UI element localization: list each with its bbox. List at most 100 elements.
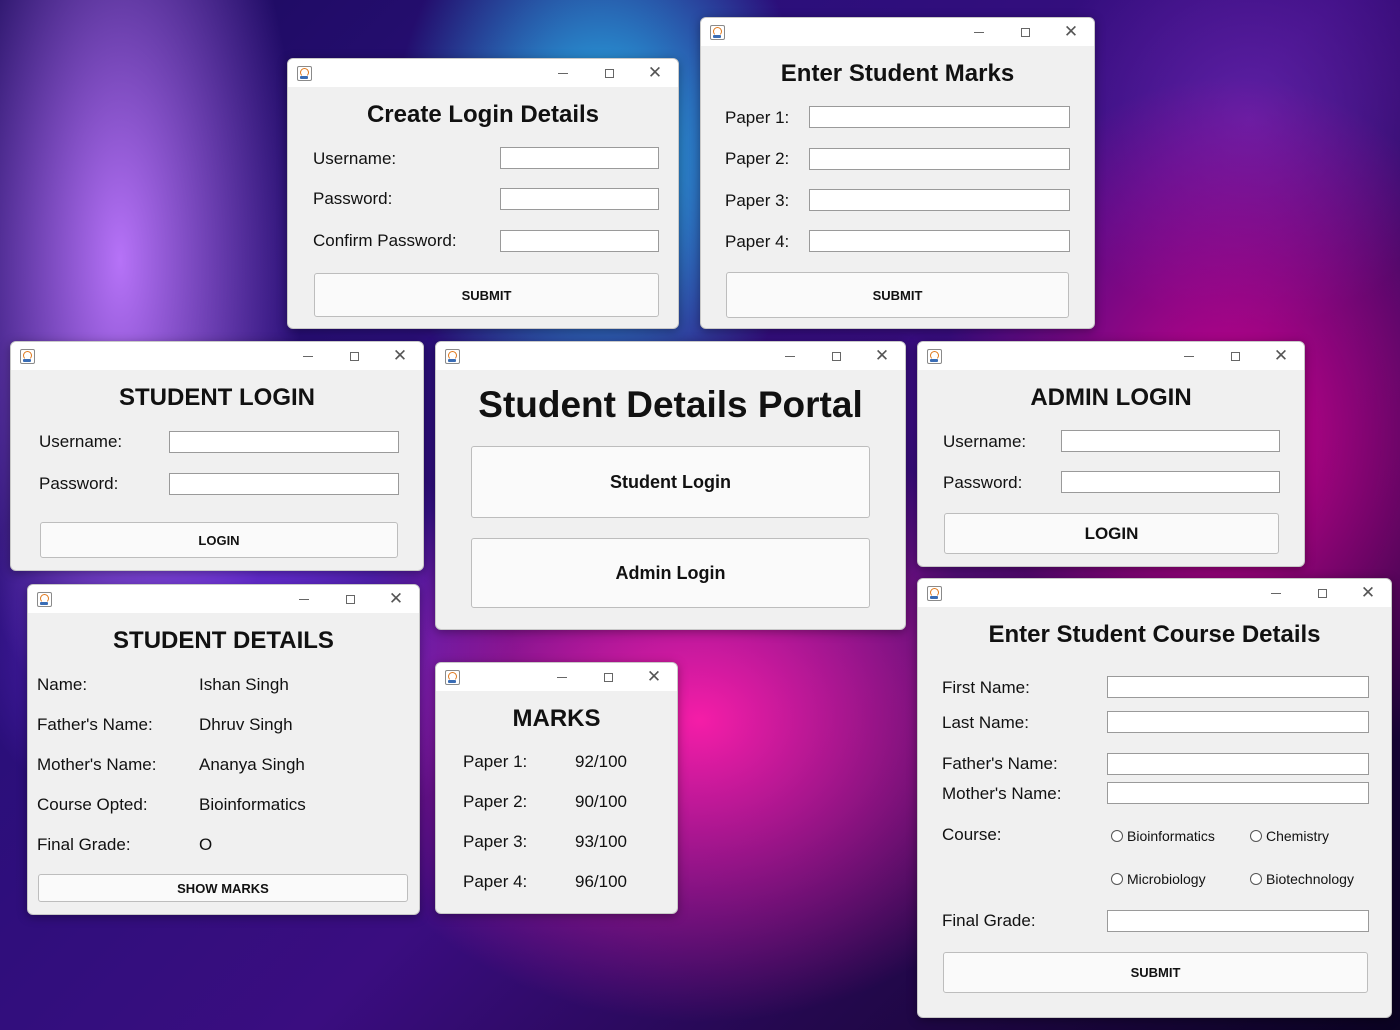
father-name-label: Father's Name: <box>942 754 1058 773</box>
window-heading: Enter Student Course Details <box>988 621 1321 648</box>
radio-label: Bioinformatics <box>1127 828 1215 844</box>
title-bar[interactable]: ✕ <box>918 342 1304 370</box>
paper2-field[interactable] <box>809 148 1070 170</box>
window-heading: MARKS <box>512 705 601 732</box>
paper1-label: Paper 1: <box>725 108 790 127</box>
course-value: Bioinformatics <box>199 795 306 814</box>
radio-circle-icon <box>1250 873 1262 885</box>
paper4-label: Paper 4: <box>463 872 528 891</box>
mother-name-label: Mother's Name: <box>37 755 157 774</box>
password-field[interactable] <box>1061 471 1280 493</box>
final-grade-label: Final Grade: <box>37 835 131 854</box>
minimize-icon[interactable] <box>540 59 586 87</box>
password-label: Password: <box>313 189 393 208</box>
username-label: Username: <box>313 149 397 168</box>
last-name-field[interactable] <box>1107 711 1369 733</box>
maximize-icon[interactable] <box>327 585 373 613</box>
submit-button[interactable]: SUBMIT <box>943 952 1368 993</box>
username-field[interactable] <box>1061 430 1280 452</box>
radio-bioinformatics[interactable]: Bioinformatics <box>1111 828 1215 844</box>
minimize-icon[interactable] <box>1166 342 1212 370</box>
minimize-icon[interactable] <box>956 18 1002 46</box>
student-login-window: ✕ STUDENT LOGIN Username: Password: LOGI… <box>10 341 424 571</box>
marks-window: ✕ MARKS Paper 1: 92/100 Paper 2: 90/100 … <box>435 662 678 914</box>
father-name-field[interactable] <box>1107 753 1369 775</box>
java-app-icon <box>445 349 460 364</box>
final-grade-value: O <box>199 835 213 854</box>
radio-label: Microbiology <box>1127 871 1206 887</box>
show-marks-button[interactable]: SHOW MARKS <box>38 874 408 902</box>
close-icon[interactable]: ✕ <box>377 342 423 370</box>
mother-name-field[interactable] <box>1107 782 1369 804</box>
password-field[interactable] <box>169 473 399 495</box>
maximize-icon[interactable] <box>331 342 377 370</box>
window-heading: STUDENT LOGIN <box>119 384 315 411</box>
title-bar[interactable]: ✕ <box>28 585 419 613</box>
java-app-icon <box>20 349 35 364</box>
title-bar[interactable]: ✕ <box>701 18 1094 46</box>
admin-login-button[interactable]: Admin Login <box>471 538 870 608</box>
radio-circle-icon <box>1111 830 1123 842</box>
minimize-icon[interactable] <box>281 585 327 613</box>
maximize-icon[interactable] <box>1002 18 1048 46</box>
window-heading: Enter Student Marks <box>780 60 1015 87</box>
username-label: Username: <box>943 432 1027 451</box>
first-name-field[interactable] <box>1107 676 1369 698</box>
submit-button[interactable]: SUBMIT <box>726 272 1069 318</box>
radio-chemistry[interactable]: Chemistry <box>1250 828 1329 844</box>
maximize-icon[interactable] <box>586 59 632 87</box>
course-details-window: ✕ Enter Student Course Details First Nam… <box>917 578 1392 1018</box>
final-grade-field[interactable] <box>1107 910 1369 932</box>
radio-microbiology[interactable]: Microbiology <box>1111 871 1206 887</box>
maximize-icon[interactable] <box>1212 342 1258 370</box>
username-field[interactable] <box>169 431 399 453</box>
java-app-icon <box>710 25 725 40</box>
first-name-label: First Name: <box>942 678 1030 697</box>
portal-title: Student Details Portal <box>478 384 863 425</box>
window-heading: ADMIN LOGIN <box>1030 384 1192 411</box>
confirm-password-field[interactable] <box>500 230 659 252</box>
title-bar[interactable]: ✕ <box>436 342 905 370</box>
maximize-icon[interactable] <box>1299 579 1345 607</box>
minimize-icon[interactable] <box>1253 579 1299 607</box>
radio-label: Biotechnology <box>1266 871 1354 887</box>
portal-window: ✕ Student Details Portal Student Login A… <box>435 341 906 630</box>
java-app-icon <box>297 66 312 81</box>
title-bar[interactable]: ✕ <box>918 579 1391 607</box>
minimize-icon[interactable] <box>285 342 331 370</box>
close-icon[interactable]: ✕ <box>1048 18 1094 46</box>
paper1-field[interactable] <box>809 106 1070 128</box>
close-icon[interactable]: ✕ <box>631 663 677 691</box>
username-label: Username: <box>39 432 123 451</box>
java-app-icon <box>927 586 942 601</box>
paper3-value: 93/100 <box>575 832 627 851</box>
student-details-window: ✕ STUDENT DETAILS Name: Ishan Singh Fath… <box>27 584 420 915</box>
close-icon[interactable]: ✕ <box>373 585 419 613</box>
minimize-icon[interactable] <box>539 663 585 691</box>
paper1-value: 92/100 <box>575 752 627 771</box>
maximize-icon[interactable] <box>585 663 631 691</box>
course-label: Course Opted: <box>37 795 148 814</box>
paper4-label: Paper 4: <box>725 232 790 251</box>
paper3-field[interactable] <box>809 189 1070 211</box>
close-icon[interactable]: ✕ <box>859 342 905 370</box>
maximize-icon[interactable] <box>813 342 859 370</box>
title-bar[interactable]: ✕ <box>288 59 678 87</box>
login-button[interactable]: LOGIN <box>944 513 1279 554</box>
title-bar[interactable]: ✕ <box>11 342 423 370</box>
close-icon[interactable]: ✕ <box>1345 579 1391 607</box>
password-field[interactable] <box>500 188 659 210</box>
close-icon[interactable]: ✕ <box>632 59 678 87</box>
paper4-field[interactable] <box>809 230 1070 252</box>
username-field[interactable] <box>500 147 659 169</box>
radio-biotechnology[interactable]: Biotechnology <box>1250 871 1354 887</box>
submit-button[interactable]: SUBMIT <box>314 273 659 317</box>
java-app-icon <box>37 592 52 607</box>
title-bar[interactable]: ✕ <box>436 663 677 691</box>
student-login-button[interactable]: Student Login <box>471 446 870 518</box>
paper2-label: Paper 2: <box>463 792 528 811</box>
close-icon[interactable]: ✕ <box>1258 342 1304 370</box>
radio-circle-icon <box>1250 830 1262 842</box>
minimize-icon[interactable] <box>767 342 813 370</box>
login-button[interactable]: LOGIN <box>40 522 398 558</box>
